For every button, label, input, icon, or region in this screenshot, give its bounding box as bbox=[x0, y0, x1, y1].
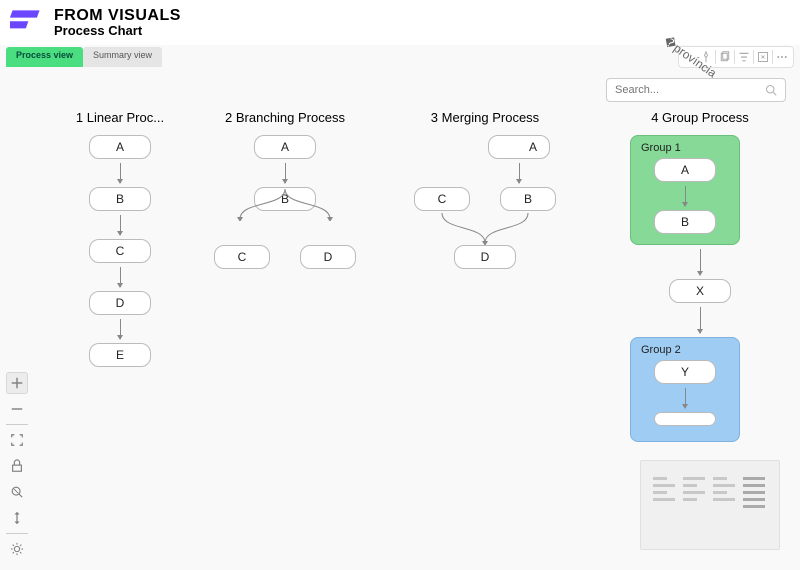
node[interactable]: A bbox=[254, 135, 316, 159]
pin-icon[interactable] bbox=[699, 50, 713, 64]
node[interactable]: B bbox=[500, 187, 556, 211]
arrow-down-icon bbox=[120, 319, 121, 339]
top-toolbar: �província bbox=[678, 46, 794, 68]
tab-process-view[interactable]: Process view bbox=[6, 47, 83, 67]
arrow-down-icon bbox=[519, 163, 520, 183]
node[interactable]: E bbox=[89, 343, 151, 367]
reset-zoom-tool[interactable] bbox=[6, 481, 28, 503]
node[interactable]: B bbox=[654, 210, 716, 234]
zoom-in-tool[interactable] bbox=[6, 372, 28, 394]
node[interactable]: D bbox=[454, 245, 516, 269]
arrow-down-icon bbox=[120, 267, 121, 287]
node[interactable]: C bbox=[214, 245, 270, 269]
filter-icon[interactable] bbox=[737, 50, 751, 64]
arrow-down-icon bbox=[685, 388, 686, 408]
copy-icon[interactable] bbox=[718, 50, 732, 64]
group-label: Group 1 bbox=[641, 142, 729, 154]
zoom-out-tool[interactable] bbox=[6, 398, 28, 420]
group-box-2[interactable]: Group 2 Y bbox=[630, 337, 740, 442]
arrow-down-icon bbox=[700, 307, 701, 333]
node[interactable]: A bbox=[488, 135, 550, 159]
node[interactable]: Y bbox=[654, 360, 716, 384]
fit-screen-tool[interactable] bbox=[6, 429, 28, 451]
diagram-canvas[interactable]: 1 Linear Proc... A B C D E 2 Branching P… bbox=[0, 110, 800, 570]
column-title: 3 Merging Process bbox=[400, 110, 570, 125]
node[interactable]: D bbox=[89, 291, 151, 315]
column-title: 1 Linear Proc... bbox=[60, 110, 180, 125]
node[interactable]: C bbox=[89, 239, 151, 263]
group-label: Group 2 bbox=[641, 344, 729, 356]
search-bar[interactable] bbox=[606, 78, 786, 102]
search-icon bbox=[765, 84, 777, 96]
column-title: 4 Group Process bbox=[630, 110, 770, 125]
brightness-tool[interactable] bbox=[6, 538, 28, 560]
node[interactable] bbox=[654, 412, 716, 426]
fit-height-tool[interactable] bbox=[6, 507, 28, 529]
group-box-1[interactable]: Group 1 A B bbox=[630, 135, 740, 245]
arrow-down-icon bbox=[120, 163, 121, 183]
minimap[interactable] bbox=[640, 460, 780, 550]
more-icon[interactable] bbox=[775, 50, 789, 64]
node[interactable]: D bbox=[300, 245, 356, 269]
pin-icon[interactable]: �província bbox=[680, 47, 699, 66]
brand-logo-icon bbox=[10, 5, 46, 41]
node[interactable]: X bbox=[669, 279, 731, 303]
column-branching: 2 Branching Process A B C D bbox=[200, 110, 370, 269]
side-tool-palette bbox=[6, 372, 28, 560]
column-group: 4 Group Process Group 1 A B X Group 2 Y bbox=[630, 110, 770, 442]
expand-icon[interactable] bbox=[756, 50, 770, 64]
column-title: 2 Branching Process bbox=[200, 110, 370, 125]
page-title: Process Chart bbox=[54, 23, 181, 38]
node[interactable]: A bbox=[654, 158, 716, 182]
search-input[interactable] bbox=[615, 84, 765, 96]
arrow-down-icon bbox=[685, 186, 686, 206]
column-linear: 1 Linear Proc... A B C D E bbox=[60, 110, 180, 367]
arrow-down-icon bbox=[700, 249, 701, 275]
node[interactable]: A bbox=[89, 135, 151, 159]
node[interactable]: C bbox=[414, 187, 470, 211]
lock-tool[interactable] bbox=[6, 455, 28, 477]
node[interactable]: B bbox=[254, 187, 316, 211]
minimap-content bbox=[641, 461, 779, 524]
arrow-down-icon bbox=[285, 163, 286, 183]
app-header: FROM VISUALS Process Chart bbox=[0, 0, 800, 45]
column-merging: 3 Merging Process A C B D bbox=[400, 110, 570, 269]
node[interactable]: B bbox=[89, 187, 151, 211]
tab-summary-view[interactable]: Summary view bbox=[83, 47, 162, 67]
arrow-down-icon bbox=[120, 215, 121, 235]
